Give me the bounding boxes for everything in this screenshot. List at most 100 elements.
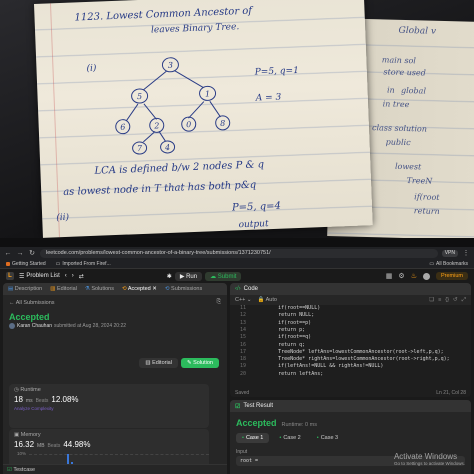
expand-icon[interactable]: ⤢ — [462, 297, 466, 304]
problem-list-button[interactable]: ☰ Problem List — [19, 273, 60, 280]
code-line: return q; — [254, 341, 306, 348]
submitter-name[interactable]: Karan Chauhan — [17, 323, 52, 329]
menu-icon[interactable]: ⋮ — [462, 249, 470, 257]
line-number: 13 — [239, 319, 246, 326]
tab-editorial[interactable]: ▥ Editorial — [50, 286, 77, 292]
bookmark-getting-started[interactable]: Getting Started — [6, 261, 46, 267]
bookmarks-bar: Getting Started ▭ Imported From Firef...… — [0, 259, 474, 269]
right-page-text: in — [386, 85, 395, 95]
premium-button[interactable]: Premium — [435, 272, 468, 280]
workspace: ▤ Description ▥ Editorial ⚗ Solutions ⟲ … — [0, 283, 474, 474]
bookmark-label: Getting Started — [12, 260, 46, 267]
tree-node: 1 — [205, 89, 210, 98]
code-line: if(root==NULL) — [254, 305, 321, 311]
reset-icon[interactable]: ↺ — [453, 297, 458, 304]
all-bookmarks[interactable]: ▭ All Bookmarks — [429, 261, 468, 267]
language-select[interactable]: C++ ⌄ — [235, 297, 252, 303]
activate-windows-watermark: Activate Windows Go to Settings to activ… — [393, 452, 465, 466]
debug-icon[interactable]: ✱ — [167, 272, 172, 281]
case-tab-3[interactable]: • Case 3 — [311, 433, 344, 443]
line-number: 11 — [239, 305, 246, 311]
settings-icon[interactable]: ⚙ — [398, 272, 404, 280]
bookmark-label: Imported From Firef... — [62, 260, 111, 267]
tab-accepted[interactable]: ⟲ Accepted ✕ — [122, 286, 157, 292]
code-icon: ‹/› — [235, 286, 241, 292]
beats-label: Beats — [35, 398, 49, 404]
url-input[interactable]: leetcode.com/problems/lowest-common-ance… — [40, 248, 438, 258]
right-page-text: public — [385, 137, 411, 148]
all-submissions-link[interactable]: ← All Submissions — [9, 300, 55, 306]
editorial-button[interactable]: ▥ Editorial — [139, 358, 178, 368]
leetcode-topbar: L ☰ Problem List ‹ › ⇄ ✱ ▶ Run ☁ Submit … — [0, 269, 474, 283]
forward-icon[interactable]: → — [16, 250, 24, 257]
firefox-icon — [6, 261, 10, 266]
submission-status: Accepted — [9, 312, 50, 322]
editor-column: ‹/› Code C++ ⌄ 🔒 Auto ❏ ≡ {} ↺ ⤢ 11 if(r… — [230, 283, 471, 474]
folder-icon: ▭ — [429, 260, 435, 267]
right-page-text: main sol — [381, 55, 417, 66]
code-line: if(root==q) — [254, 334, 312, 341]
code-header: ‹/› Code — [230, 283, 471, 295]
tree-node: 2 — [153, 121, 159, 130]
leetcode-logo-icon[interactable]: L — [6, 272, 14, 280]
prev-problem-icon[interactable]: ‹ — [65, 273, 67, 279]
case-tab-2[interactable]: • Case 2 — [273, 433, 306, 443]
example2-answer: output — [238, 219, 269, 231]
bookmark-imported[interactable]: ▭ Imported From Firef... — [56, 261, 111, 267]
tab-solutions[interactable]: ⚗ Solutions — [85, 286, 114, 292]
memory-beats: 44.98% — [63, 440, 91, 449]
avatar[interactable] — [422, 272, 430, 280]
shuffle-icon[interactable]: ⇄ — [79, 273, 84, 280]
tree-node: 3 — [168, 61, 173, 70]
format-icon[interactable]: ≡ — [438, 297, 441, 304]
example-label: (i) — [86, 63, 97, 75]
tree-node: 4 — [164, 143, 170, 152]
layout-icon[interactable]: ▦ — [386, 272, 393, 280]
next-problem-icon[interactable]: › — [72, 273, 74, 279]
code-title: Code — [243, 286, 259, 292]
back-icon[interactable]: ← — [4, 250, 12, 257]
code-editor[interactable]: 11 if(root==NULL) 12 return NULL; 13 if(ro… — [230, 305, 471, 385]
right-page-text: if(root — [414, 192, 440, 202]
code-line: if(root==p) — [254, 319, 312, 326]
beats-label: Beats — [47, 443, 61, 449]
case-tab-1[interactable]: • Case 1 — [236, 433, 270, 443]
solution-button[interactable]: ✎ Solution — [180, 358, 219, 368]
runtime-unit: ms — [25, 398, 33, 404]
given-values: P=5, q=1 — [254, 65, 300, 78]
vpn-badge[interactable]: VPN — [441, 249, 458, 257]
code-panel: ‹/› Code C++ ⌄ 🔒 Auto ❏ ≡ {} ↺ ⤢ 11 if(r… — [230, 283, 471, 397]
binary-tree-drawing: 3 5 1 6 2 0 8 7 4 — [115, 57, 231, 155]
runtime-card[interactable]: ◷ Runtime 18 ms Beats 12.08% Analyze Com… — [9, 384, 209, 428]
analyze-complexity-link[interactable]: Analyze Complexity — [9, 406, 209, 411]
submission-panel: ▤ Description ▥ Editorial ⚗ Solutions ⟲ … — [3, 283, 227, 474]
submitted-time: submitted at Aug 28, 2024 20:22 — [54, 323, 127, 329]
case-tabs: • Case 1 • Case 2 • Case 3 — [230, 430, 471, 446]
code-line: return NULL; — [254, 312, 315, 319]
line-number: 18 — [239, 356, 246, 363]
testcase-bar[interactable]: ☑ Testcase — [3, 464, 227, 474]
reload-icon[interactable]: ↻ — [28, 249, 36, 257]
run-label: Run — [186, 273, 198, 280]
browser-window: ← → ↻ leetcode.com/problems/lowest-commo… — [0, 238, 474, 474]
submit-button[interactable]: ☁ Submit — [205, 271, 242, 281]
submitter-row: Karan Chauhan submitted at Aug 28, 2024 … — [3, 322, 227, 330]
tab-submissions[interactable]: ⟲ Submissions — [165, 286, 202, 292]
result-status: Accepted — [236, 418, 277, 428]
tab-description[interactable]: ▤ Description — [8, 286, 42, 292]
auto-toggle[interactable]: 🔒 Auto — [258, 297, 277, 303]
address-bar-row: ← → ↻ leetcode.com/problems/lowest-commo… — [0, 247, 474, 259]
share-icon[interactable]: ⎘ — [217, 299, 221, 306]
problem-list-label: Problem List — [26, 273, 60, 279]
example2-label: (ii) — [56, 212, 70, 224]
runtime-value: 18 — [14, 395, 23, 404]
tree-node: 0 — [186, 120, 191, 129]
code-footer: Saved Ln 21, Col 28 — [230, 388, 471, 397]
run-button[interactable]: ▶ Run — [174, 271, 203, 281]
right-page-text: class solution — [371, 123, 428, 134]
testcase-label: Testcase — [13, 467, 36, 473]
fire-icon[interactable]: ♨ — [411, 272, 417, 280]
bookmark-icon[interactable]: ❏ — [429, 297, 434, 304]
right-page-text: return — [413, 206, 440, 216]
braces-icon[interactable]: {} — [445, 297, 449, 304]
